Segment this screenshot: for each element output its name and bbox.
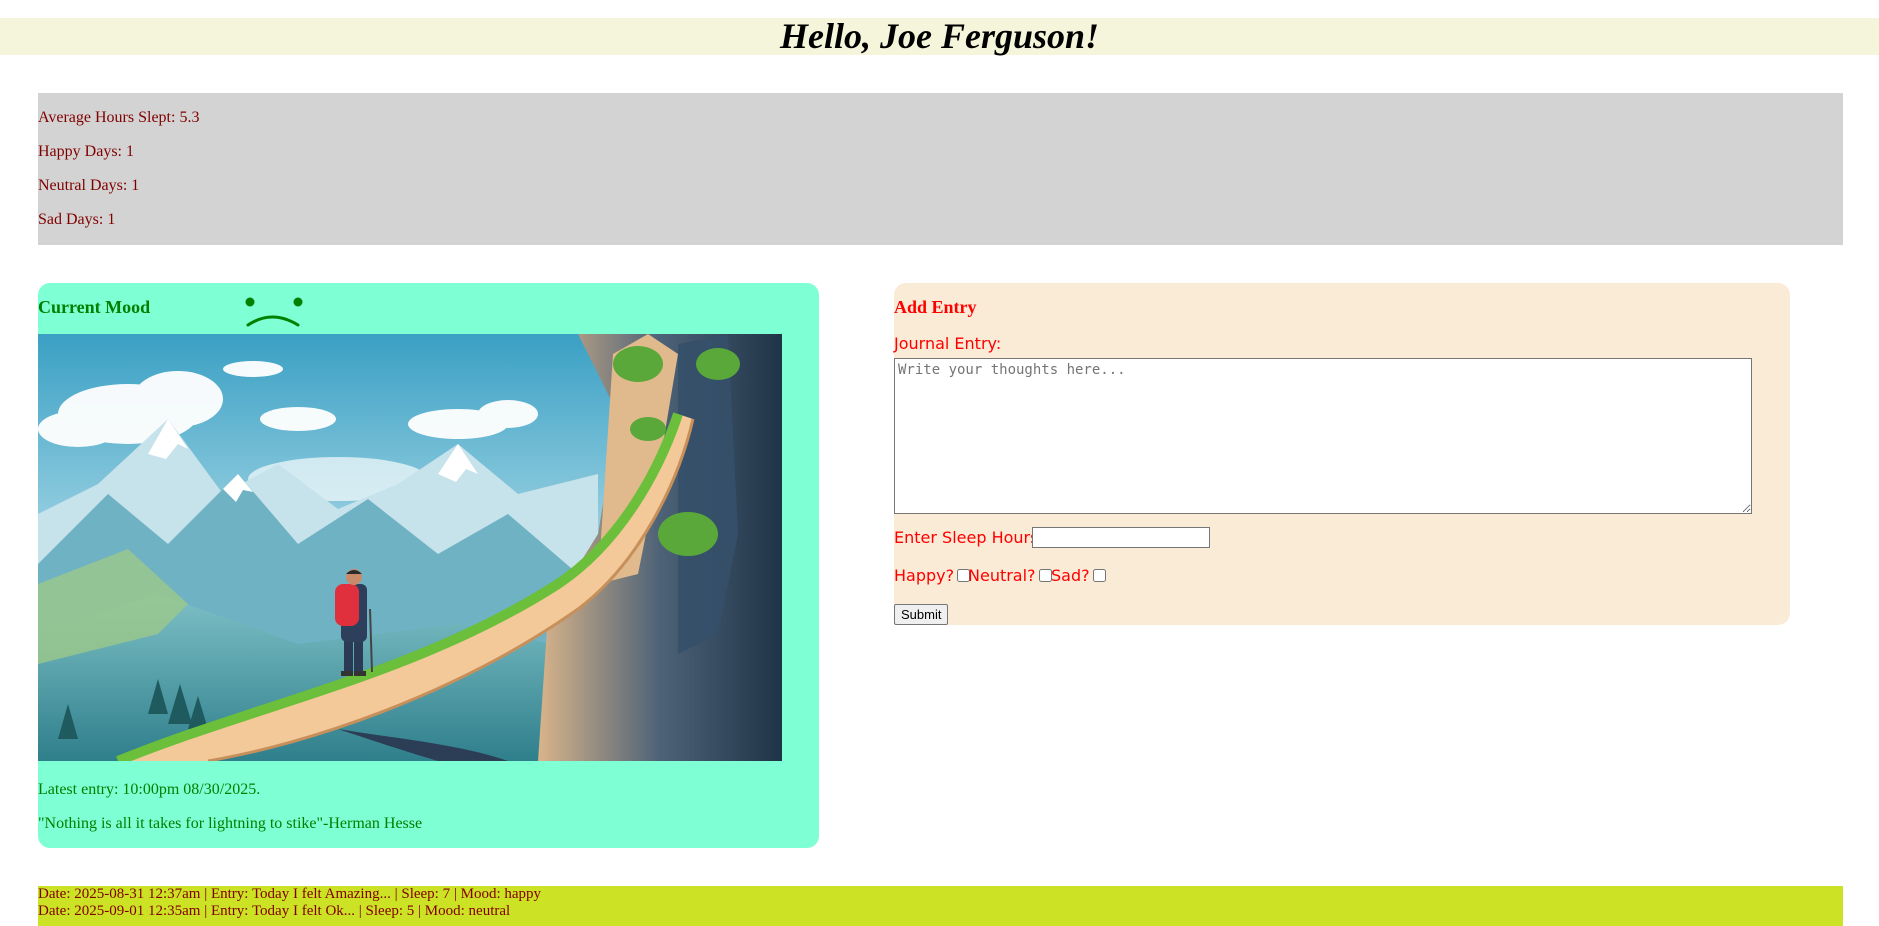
stats-panel: Average Hours Slept: 5.3 Happy Days: 1 N… xyxy=(38,93,1843,245)
happy-days-stat: Happy Days: 1 xyxy=(38,143,134,160)
journal-entry-label: Journal Entry: xyxy=(894,334,1002,353)
sleep-hours-input[interactable] xyxy=(1032,527,1210,548)
sad-label: Sad? xyxy=(1051,566,1090,585)
journal-entry-textarea[interactable] xyxy=(894,358,1752,514)
mountain-hiker-illustration xyxy=(38,334,782,761)
current-mood-title: Current Mood xyxy=(38,297,151,317)
history-entry: Date: 2025-08-31 12:37am | Entry: Today … xyxy=(38,886,542,902)
happy-option[interactable]: Happy? xyxy=(894,566,971,585)
sad-face-icon xyxy=(245,297,303,327)
greeting-title: Hello, Joe Ferguson! xyxy=(779,16,1100,56)
neutral-checkbox[interactable] xyxy=(1038,569,1052,582)
submit-button[interactable]: Submit xyxy=(894,604,949,625)
sad-option[interactable]: Sad? xyxy=(1051,566,1106,585)
page-header: Hello, Joe Ferguson! xyxy=(0,18,1879,55)
latest-entry-text: Latest entry: 10:00pm 08/30/2025. xyxy=(38,781,261,798)
sleep-hours-label: Enter Sleep Hours: xyxy=(894,528,1044,547)
sad-days-stat: Sad Days: 1 xyxy=(38,211,116,228)
add-entry-title: Add Entry xyxy=(894,297,977,317)
neutral-days-stat: Neutral Days: 1 xyxy=(38,177,140,194)
neutral-option[interactable]: Neutral? xyxy=(968,566,1052,585)
quote-text: "Nothing is all it takes for lightning t… xyxy=(38,815,423,832)
add-entry-panel: Add Entry Journal Entry: Enter Sleep Hou… xyxy=(894,283,1790,625)
current-mood-panel: Current Mood Latest entry: 10:00pm 08/30… xyxy=(38,283,819,848)
history-entry: Date: 2025-09-01 12:35am | Entry: Today … xyxy=(38,903,511,919)
sad-checkbox[interactable] xyxy=(1092,569,1106,582)
happy-label: Happy? xyxy=(894,566,955,585)
neutral-label: Neutral? xyxy=(968,566,1036,585)
average-sleep-stat: Average Hours Slept: 5.3 xyxy=(38,109,200,126)
entry-history: Date: 2025-08-31 12:37am | Entry: Today … xyxy=(38,886,1843,926)
